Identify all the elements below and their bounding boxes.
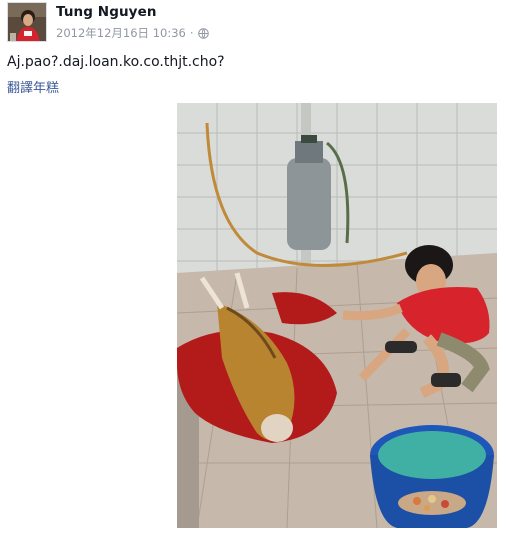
- post-timestamp[interactable]: 2012年12月16日 10:36: [56, 25, 186, 41]
- translate-link[interactable]: 翻譯年糕: [7, 77, 59, 96]
- avatar[interactable]: [7, 2, 47, 42]
- author-name[interactable]: Tung Nguyen: [56, 4, 157, 20]
- photo-attachment[interactable]: [177, 103, 497, 528]
- meta-separator: ·: [189, 26, 194, 40]
- globe-icon[interactable]: [197, 27, 209, 39]
- photo-image: [177, 103, 497, 528]
- post-header: Tung Nguyen 2012年12月16日 10:36 ·: [7, 2, 497, 42]
- post-meta: 2012年12月16日 10:36 ·: [56, 25, 209, 41]
- post-text: Aj.pao?.daj.loan.ko.co.thjt.cho?: [7, 54, 225, 70]
- avatar-image: [8, 3, 46, 41]
